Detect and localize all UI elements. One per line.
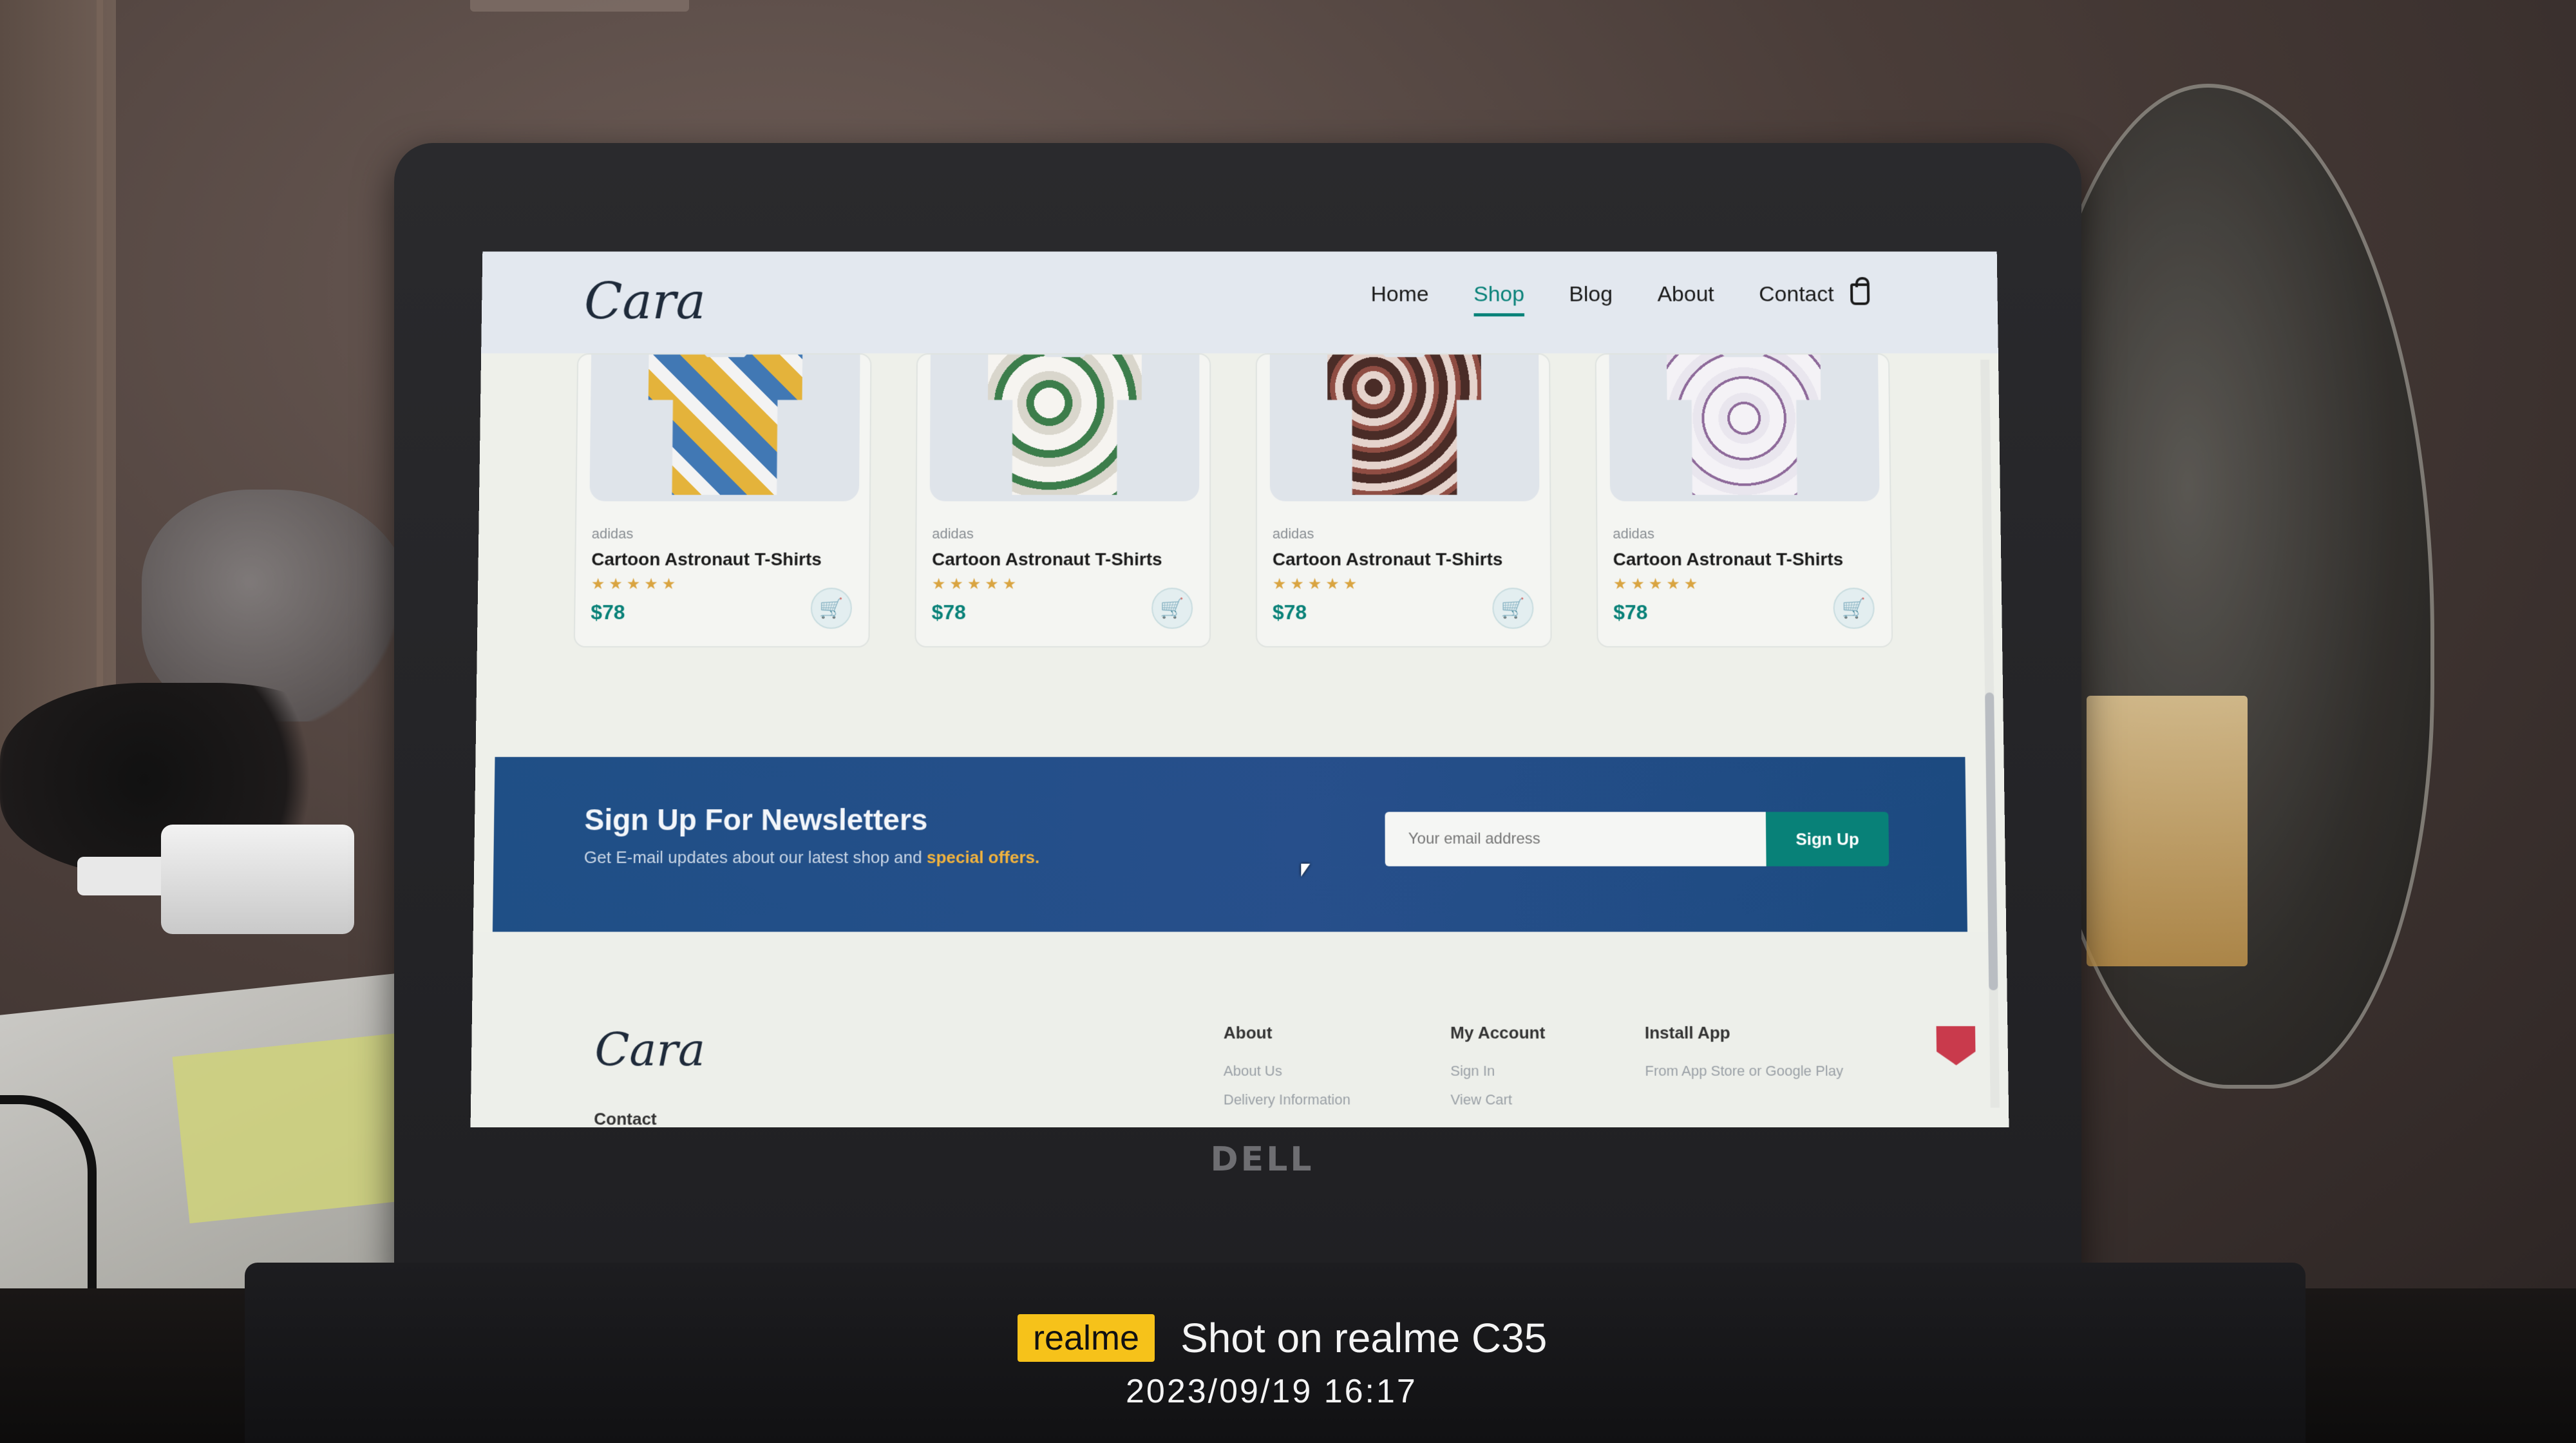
shopping-bag-icon[interactable] xyxy=(1850,283,1870,305)
add-to-cart-button[interactable]: 🛒 xyxy=(1151,588,1193,629)
product-image xyxy=(1609,353,1880,502)
footer-link[interactable]: View Cart xyxy=(1450,1091,1546,1108)
nav-shop[interactable]: Shop xyxy=(1473,282,1525,317)
product-brand: adidas xyxy=(1613,525,1655,542)
add-to-cart-button[interactable]: 🛒 xyxy=(810,588,853,629)
add-to-cart-button[interactable]: 🛒 xyxy=(1492,588,1534,629)
star-rating: ★★★★★ xyxy=(1272,575,1361,593)
watermark-brand: realme xyxy=(1018,1314,1155,1362)
footer-link[interactable]: Sign In xyxy=(1450,1063,1546,1080)
footer-about-column: About About Us Delivery Information xyxy=(1224,1023,1350,1120)
product-image xyxy=(589,353,860,502)
cart-icon: 🛒 xyxy=(1501,597,1526,619)
product-brand: adidas xyxy=(1272,525,1314,542)
footer-install-heading: Install App xyxy=(1644,1022,1730,1043)
product-title: Cartoon Astronaut T-Shirts xyxy=(1272,549,1503,569)
phone-charger xyxy=(161,825,354,934)
footer-link[interactable]: Delivery Information xyxy=(1224,1091,1350,1108)
mirror-reflection xyxy=(2087,696,2248,966)
footer-account-column: My Account Sign In View Cart xyxy=(1450,1023,1546,1120)
watermark-text: Shot on realme C35 xyxy=(1180,1315,1548,1361)
site-logo[interactable]: Cara xyxy=(584,273,706,330)
site-footer: Cara Contact About About Us Delivery Inf… xyxy=(470,932,2009,1128)
star-rating: ★★★★★ xyxy=(591,575,680,593)
mouse-cursor-icon xyxy=(1301,863,1311,877)
add-to-cart-button[interactable]: 🛒 xyxy=(1833,588,1875,629)
star-rating: ★★★★★ xyxy=(1613,575,1702,593)
product-brand: adidas xyxy=(591,525,634,542)
product-price: $78 xyxy=(931,600,967,624)
door-frame xyxy=(26,0,103,741)
footer-contact-heading: Contact xyxy=(594,1109,657,1128)
newsletter-title: Sign Up For Newsletters xyxy=(584,803,928,837)
laptop-brand-logo: DELL xyxy=(1210,1140,1314,1179)
footer-install-text: From App Store or Google Play xyxy=(1645,1062,1844,1079)
site-header: Cara Home Shop Blog About Contact xyxy=(481,251,1998,354)
main-nav: Home Shop Blog About Contact xyxy=(1371,282,1835,317)
product-price: $78 xyxy=(1613,600,1648,624)
newsletter-subtitle: Get E-mail updates about our latest shop… xyxy=(584,848,1040,868)
newsletter-highlight: special offers. xyxy=(926,847,1040,867)
product-card[interactable]: adidas Cartoon Astronaut T-Shirts ★★★★★ … xyxy=(1255,353,1552,648)
product-title: Cartoon Astronaut T-Shirts xyxy=(591,549,822,569)
camera-watermark: realme Shot on realme C35 xyxy=(1018,1314,1547,1362)
product-title: Cartoon Astronaut T-Shirts xyxy=(1613,549,1844,569)
nav-contact[interactable]: Contact xyxy=(1759,282,1834,316)
footer-account-heading: My Account xyxy=(1450,1022,1546,1043)
product-card[interactable]: adidas Cartoon Astronaut T-Shirts ★★★★★ … xyxy=(914,353,1211,648)
shelf xyxy=(470,0,689,12)
product-brand: adidas xyxy=(932,525,974,542)
product-image xyxy=(929,353,1200,502)
footer-logo: Cara xyxy=(594,1022,706,1076)
product-grid: adidas Cartoon Astronaut T-Shirts ★★★★★ … xyxy=(573,353,1900,654)
email-input[interactable] xyxy=(1385,812,1766,866)
nav-home[interactable]: Home xyxy=(1371,282,1429,316)
footer-link[interactable]: About Us xyxy=(1224,1063,1350,1080)
product-price: $78 xyxy=(591,600,625,624)
product-card[interactable]: adidas Cartoon Astronaut T-Shirts ★★★★★ … xyxy=(573,353,872,648)
footer-about-heading: About xyxy=(1223,1022,1273,1043)
star-rating: ★★★★★ xyxy=(931,575,1021,593)
newsletter-section: Sign Up For Newsletters Get E-mail updat… xyxy=(492,757,1967,932)
sign-up-button[interactable]: Sign Up xyxy=(1765,812,1889,866)
nav-about[interactable]: About xyxy=(1657,282,1714,316)
cart-icon: 🛒 xyxy=(1160,597,1184,619)
charger-plug xyxy=(77,857,167,895)
footer-install-column: Install App From App Store or Google Pla… xyxy=(1645,1023,1844,1091)
product-image xyxy=(1269,353,1540,502)
laptop-screen: Cara Home Shop Blog About Contact adidas… xyxy=(470,251,2009,1128)
cart-icon: 🛒 xyxy=(819,597,844,619)
product-card[interactable]: adidas Cartoon Astronaut T-Shirts ★★★★★ … xyxy=(1595,353,1893,648)
product-title: Cartoon Astronaut T-Shirts xyxy=(932,549,1162,569)
watermark-datetime: 2023/09/19 16:17 xyxy=(1126,1373,1417,1410)
product-price: $78 xyxy=(1272,600,1307,624)
cart-icon: 🛒 xyxy=(1841,597,1866,619)
nav-blog[interactable]: Blog xyxy=(1569,282,1613,316)
newsletter-subtitle-text: Get E-mail updates about our latest shop… xyxy=(583,847,927,867)
